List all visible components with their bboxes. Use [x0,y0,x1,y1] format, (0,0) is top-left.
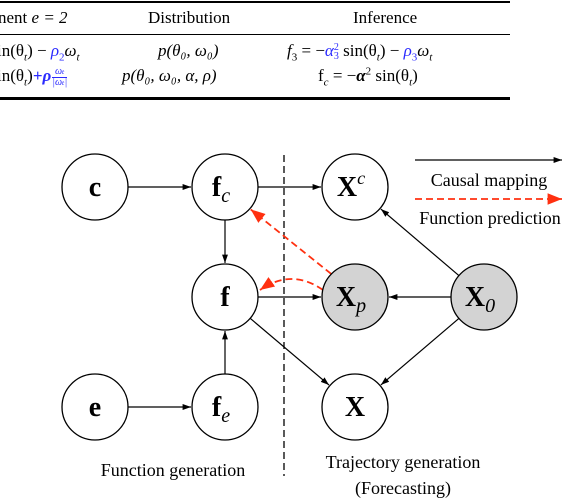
node-c: c [61,153,129,221]
edge-f-to-x [249,317,330,386]
node-symbol: e [89,392,101,423]
node-label: c [89,172,101,203]
node-label: e [89,392,101,423]
causal-graph-diagram: c fcfe feXcXp X0X Causal mapping Function p… [61,153,562,499]
node-e: e [61,373,129,441]
node-f: f [191,263,259,331]
node-x: X [321,373,389,441]
legend-prediction-label: Function prediction [419,208,560,228]
node-subscript: 0 [485,295,495,317]
node-fe: fe [191,373,259,441]
node-symbol: X [336,282,356,313]
node-symbol: X [465,282,485,313]
caption-function-generation: Function generation [101,460,245,480]
edge-x0-to-x [380,317,460,386]
node-symbol: c [89,172,101,203]
node-superscript: c [357,168,365,188]
edge-xp-to-fc [250,208,332,275]
node-symbol: X [345,392,365,423]
edges-layer [128,184,460,410]
caption-forecasting: (Forecasting) [355,478,451,499]
legend-causal-label: Causal mapping [431,170,547,190]
node-label: f [220,282,230,313]
caption-trajectory-generation: Trajectory generation [326,452,481,472]
node-x0: X0 [450,263,518,331]
node-symbol: f [220,282,230,313]
node-fc: fc [191,153,259,221]
node-subscript: c [221,185,230,207]
node-xc: Xc [321,153,389,221]
node-label: X [345,392,365,423]
legend: Causal mapping Function prediction [415,157,562,228]
node-symbol: X [337,172,357,203]
node-subscript: p [354,295,366,317]
edge-xp-to-f [259,277,324,291]
node-xp: Xp [321,263,389,331]
node-subscript: e [221,405,230,427]
